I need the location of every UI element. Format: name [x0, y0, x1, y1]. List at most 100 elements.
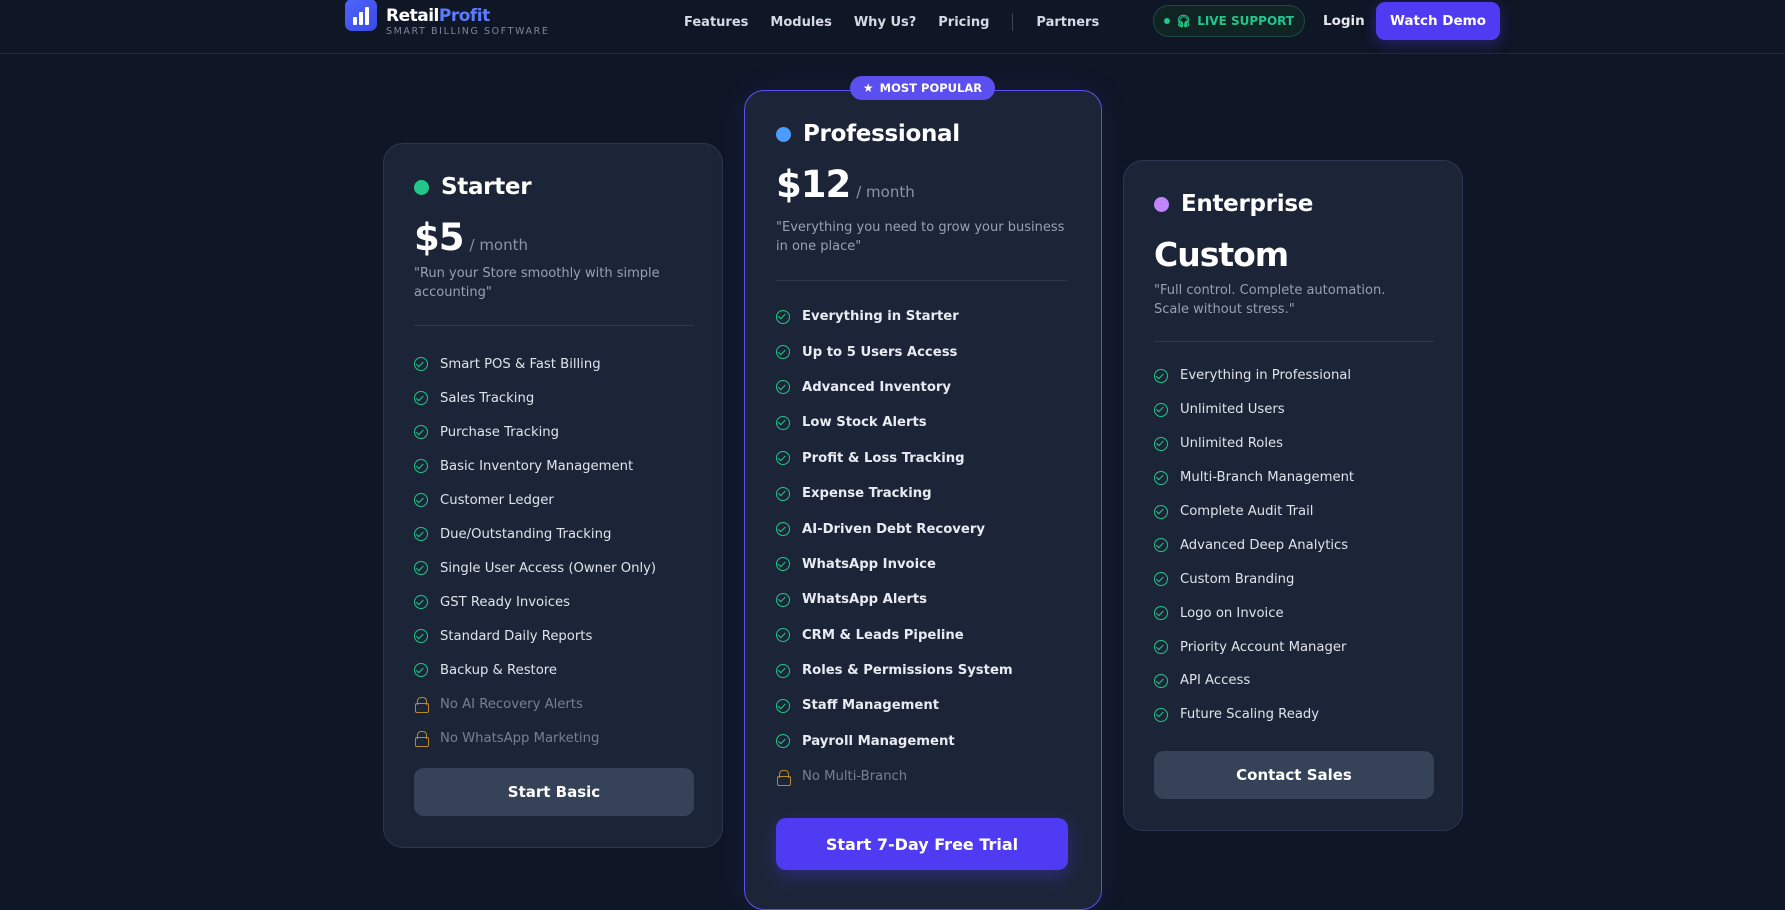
feature-item: Priority Account Manager — [1154, 630, 1444, 664]
feature-item: Advanced Inventory — [776, 370, 1076, 405]
check-circle-icon — [414, 595, 428, 609]
check-circle-icon — [1154, 504, 1168, 519]
plan-tagline: "Run your Store smoothly with simple acc… — [414, 266, 660, 300]
feature-item: Expense Tracking — [776, 476, 1076, 511]
feature-item: Everything in Starter — [776, 299, 1076, 334]
feature-item: Roles & Permissions System — [776, 653, 1076, 688]
check-circle-icon — [1154, 436, 1168, 451]
feature-item: Up to 5 Users Access — [776, 334, 1076, 369]
nav-divider — [1012, 13, 1014, 31]
feature-item: Single User Access (Owner Only) — [414, 551, 704, 585]
feature-item: Future Scaling Ready — [1154, 698, 1444, 732]
nav-link-why-us[interactable]: Why Us? — [854, 15, 916, 30]
watch-demo-button[interactable]: Watch Demo — [1376, 2, 1500, 40]
start-free-trial-button[interactable]: Start 7-Day Free Trial — [776, 818, 1068, 870]
check-circle-icon — [414, 493, 428, 507]
card-divider — [1154, 341, 1434, 342]
feature-item: Staff Management — [776, 688, 1076, 723]
star-icon: ★ — [862, 81, 874, 95]
check-circle-icon — [776, 557, 790, 572]
brand-name: RetailProfit — [386, 6, 490, 26]
contact-sales-button[interactable]: Contact Sales — [1154, 751, 1434, 799]
feature-item: WhatsApp Invoice — [776, 547, 1076, 582]
check-circle-icon — [414, 561, 428, 575]
brand-subtitle: SMART BILLING SOFTWARE — [386, 26, 550, 37]
feature-item: WhatsApp Alerts — [776, 582, 1076, 617]
check-circle-icon — [1154, 640, 1168, 655]
check-circle-icon — [414, 425, 428, 439]
check-circle-icon — [776, 734, 790, 749]
check-circle-icon — [1154, 402, 1168, 417]
plan-indicator-dot — [414, 179, 429, 195]
top-navigation: RetailProfit SMART BILLING SOFTWARE Feat… — [0, 0, 1785, 54]
feature-item: Advanced Deep Analytics — [1154, 528, 1444, 562]
feature-item: Standard Daily Reports — [414, 619, 704, 653]
feature-item: Due/Outstanding Tracking — [414, 517, 704, 551]
check-circle-icon — [414, 629, 428, 643]
locked-feature-item: No WhatsApp Marketing — [414, 721, 704, 755]
check-circle-icon — [1154, 470, 1168, 485]
nav-links: Features Modules Why Us? Pricing Partner… — [684, 13, 1121, 31]
feature-list: Everything in Professional Unlimited Use… — [1154, 359, 1444, 732]
feature-item: Low Stock Alerts — [776, 405, 1076, 440]
nav-link-pricing[interactable]: Pricing — [938, 15, 989, 30]
check-circle-icon — [776, 451, 790, 466]
plan-name: Enterprise — [1181, 191, 1314, 217]
plan-name: Professional — [803, 121, 960, 147]
live-support-button[interactable]: 🎧︎ LIVE SUPPORT — [1153, 5, 1305, 37]
online-status-dot — [1163, 18, 1170, 24]
plan-period: / month — [856, 183, 915, 201]
check-circle-icon — [1154, 673, 1168, 688]
bar-chart-icon — [345, 0, 377, 31]
lock-icon — [776, 769, 791, 786]
check-circle-icon — [414, 391, 428, 405]
feature-list: Smart POS & Fast Billing Sales Tracking … — [414, 347, 704, 755]
start-basic-button[interactable]: Start Basic — [414, 768, 694, 816]
plan-price: Custom — [1154, 235, 1289, 274]
most-popular-badge: ★ MOST POPULAR — [850, 76, 995, 100]
check-circle-icon — [1154, 368, 1168, 383]
lock-icon — [414, 731, 429, 747]
feature-list: Everything in Starter Up to 5 Users Acce… — [776, 299, 1076, 794]
check-circle-icon — [414, 459, 428, 473]
plan-indicator-dot — [776, 126, 791, 142]
login-link[interactable]: Login — [1323, 13, 1365, 29]
feature-item-highlighted: AI-Driven Debt Recovery — [776, 511, 1076, 546]
nav-link-features[interactable]: Features — [684, 15, 748, 30]
plan-indicator-dot — [1154, 196, 1169, 212]
pricing-card-enterprise: Enterprise Custom "Full control. Complet… — [1123, 160, 1463, 831]
live-support-label: LIVE SUPPORT — [1197, 14, 1295, 28]
plan-price: $5 — [414, 216, 464, 259]
feature-item: Purchase Tracking — [414, 415, 704, 449]
pricing-card-professional: Professional $12 / month "Everything you… — [744, 90, 1102, 910]
check-circle-icon — [1154, 538, 1168, 553]
brand-logo[interactable]: RetailProfit SMART BILLING SOFTWARE — [345, 0, 549, 38]
check-circle-icon — [1154, 572, 1168, 587]
feature-item: Multi-Branch Management — [1154, 461, 1444, 495]
plan-tagline: "Full control. Complete automation. Scal… — [1154, 283, 1386, 317]
feature-item: Unlimited Users — [1154, 393, 1444, 427]
nav-link-modules[interactable]: Modules — [770, 15, 831, 30]
plan-tagline: "Everything you need to grow your busine… — [776, 220, 1065, 254]
feature-item: Smart POS & Fast Billing — [414, 347, 704, 381]
check-circle-icon — [414, 663, 428, 677]
nav-link-partners[interactable]: Partners — [1036, 15, 1099, 30]
check-circle-icon — [776, 663, 790, 678]
pricing-card-starter: Starter $5 / month "Run your Store smoot… — [383, 143, 723, 848]
check-circle-icon — [776, 309, 790, 324]
feature-item: Payroll Management — [776, 724, 1076, 759]
feature-item: Everything in Professional — [1154, 359, 1444, 393]
check-circle-icon — [776, 628, 790, 643]
lock-icon — [414, 697, 429, 713]
feature-item: Sales Tracking — [414, 381, 704, 415]
feature-item: Logo on Invoice — [1154, 596, 1444, 630]
card-divider — [414, 325, 694, 326]
feature-item: Complete Audit Trail — [1154, 495, 1444, 529]
check-circle-icon — [776, 345, 790, 360]
plan-period: / month — [469, 236, 529, 254]
locked-feature-item: No Multi-Branch — [776, 759, 1076, 794]
check-circle-icon — [776, 380, 790, 395]
headset-icon: 🎧︎ — [1175, 14, 1192, 28]
locked-feature-item: No AI Recovery Alerts — [414, 687, 704, 721]
feature-item: CRM & Leads Pipeline — [776, 618, 1076, 653]
